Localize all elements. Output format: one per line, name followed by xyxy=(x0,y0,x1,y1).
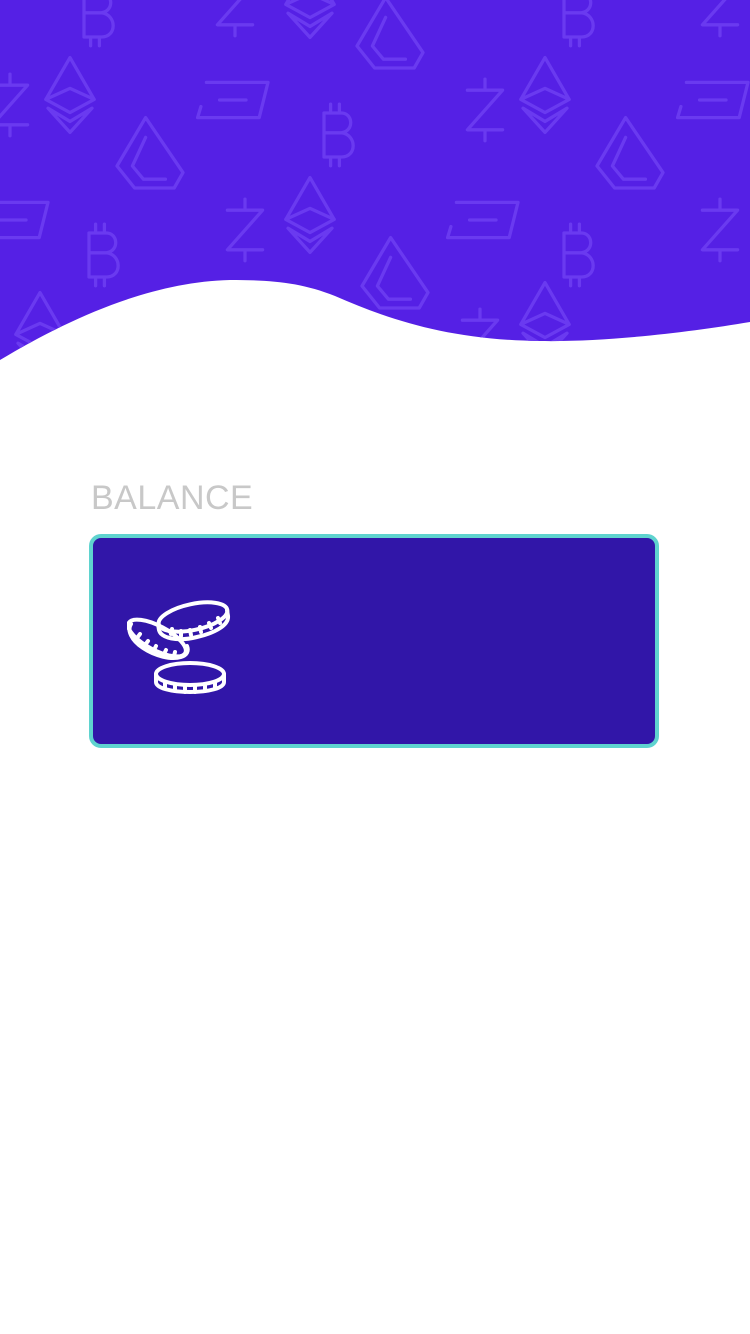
header-wave-background xyxy=(0,0,750,360)
balance-card[interactable] xyxy=(89,534,659,748)
balance-label: BALANCE xyxy=(91,479,254,517)
balance-screen: BALANCE xyxy=(0,0,750,1334)
coins-icon xyxy=(127,600,230,694)
